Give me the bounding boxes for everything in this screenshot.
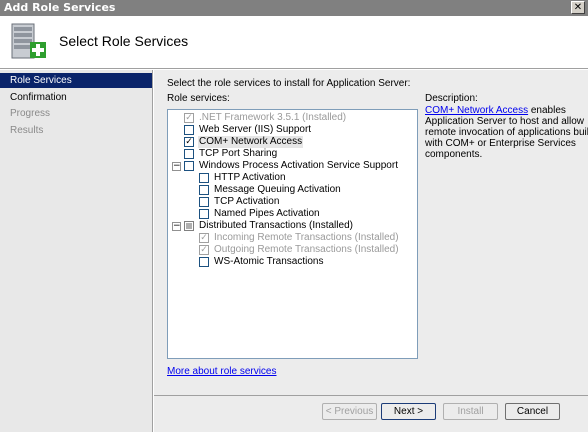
instruction-text: Select the role services to install for … xyxy=(167,78,411,89)
sidebar-item-results: Results xyxy=(10,125,44,136)
checkbox-msmq-activation[interactable] xyxy=(199,185,209,195)
description-line-1: COM+ Network Access enables xyxy=(425,105,566,116)
checkbox-named-pipes-activation[interactable] xyxy=(199,209,209,219)
page-title: Select Role Services xyxy=(59,33,189,49)
next-button[interactable]: Next > xyxy=(381,403,436,420)
service-label: WS-Atomic Transactions xyxy=(214,256,324,267)
role-services-label: Role services: xyxy=(167,93,230,104)
service-label: .NET Framework 3.5.1 (Installed) xyxy=(199,112,347,123)
checkbox-web-server-support[interactable] xyxy=(184,125,194,135)
service-label: TCP Port Sharing xyxy=(199,148,278,159)
description-label: Description: xyxy=(425,93,478,104)
checkbox-net-framework: ✓ xyxy=(184,113,194,123)
description-link[interactable]: COM+ Network Access xyxy=(425,105,528,116)
checkbox-tcp-activation[interactable] xyxy=(199,197,209,207)
previous-button: < Previous xyxy=(322,403,377,420)
description-text: enables xyxy=(528,105,566,116)
install-button: Install xyxy=(443,403,498,420)
checkbox-com-network-access[interactable]: ✓ xyxy=(184,137,194,147)
checkbox-outgoing-remote-transactions: ✓ xyxy=(199,245,209,255)
checkbox-was-support[interactable] xyxy=(184,161,194,171)
service-label-selected[interactable]: COM+ Network Access xyxy=(198,136,304,148)
window-titlebar: Add Role Services ✕ xyxy=(0,0,588,16)
main-panel: Select the role services to install for … xyxy=(154,70,588,395)
more-about-role-services-link[interactable]: More about role services xyxy=(167,366,277,377)
sidebar-item-role-services[interactable]: Role Services xyxy=(0,73,152,88)
wizard-header: Select Role Services xyxy=(0,16,588,69)
sidebar-item-progress: Progress xyxy=(10,108,51,119)
description-line-3: remote invocation of applications built xyxy=(425,127,588,138)
description-line-5: components. xyxy=(425,149,483,160)
checkbox-incoming-remote-transactions: ✓ xyxy=(199,233,209,243)
wizard-steps-sidebar: Role Services Confirmation Progress Resu… xyxy=(0,70,153,432)
collapse-icon[interactable]: − xyxy=(172,222,181,231)
service-label: Distributed Transactions (Installed) xyxy=(199,220,353,231)
service-label: Windows Process Activation Service Suppo… xyxy=(199,160,398,171)
service-label: Web Server (IIS) Support xyxy=(199,124,312,135)
window-title: Add Role Services xyxy=(4,1,116,14)
cancel-button[interactable]: Cancel xyxy=(505,403,560,420)
service-label: Message Queuing Activation xyxy=(214,184,341,195)
checkbox-tcp-port-sharing[interactable] xyxy=(184,149,194,159)
checkbox-ws-atomic-transactions[interactable] xyxy=(199,257,209,267)
checkbox-distributed-transactions[interactable] xyxy=(184,221,194,231)
service-label: Outgoing Remote Transactions (Installed) xyxy=(214,244,399,255)
description-line-4: with COM+ or Enterprise Services xyxy=(425,138,576,149)
checkbox-http-activation[interactable] xyxy=(199,173,209,183)
role-services-tree[interactable]: ✓ .NET Framework 3.5.1 (Installed) Web S… xyxy=(167,109,418,359)
server-add-icon xyxy=(11,23,46,59)
sidebar-item-confirmation[interactable]: Confirmation xyxy=(0,90,152,105)
close-icon[interactable]: ✕ xyxy=(571,1,585,14)
service-label: HTTP Activation xyxy=(214,172,286,183)
description-line-2: Application Server to host and allow xyxy=(425,116,584,127)
collapse-icon[interactable]: − xyxy=(172,162,181,171)
service-label: Named Pipes Activation xyxy=(214,208,320,219)
wizard-footer: < Previous Next > Install Cancel xyxy=(154,395,588,432)
service-label: TCP Activation xyxy=(214,196,280,207)
service-label: Incoming Remote Transactions (Installed) xyxy=(214,232,399,243)
